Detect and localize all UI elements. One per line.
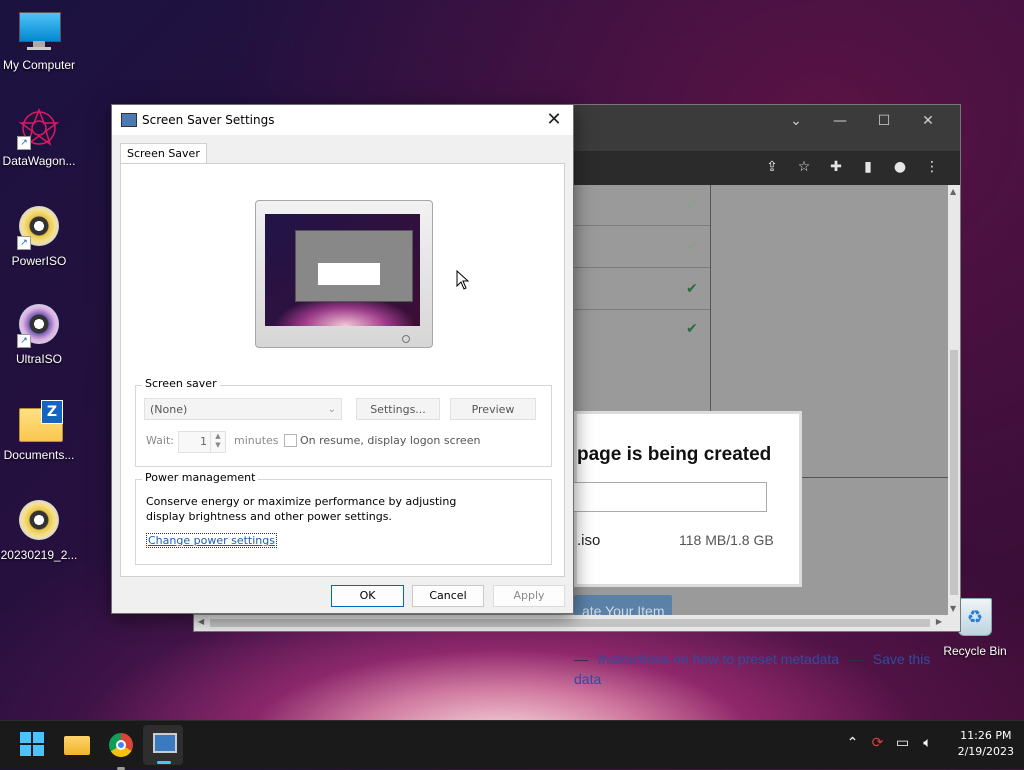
check-icon: ✔ — [686, 197, 698, 213]
chevron-up-icon[interactable]: ⌃ — [840, 735, 865, 751]
menu-icon[interactable]: ⋮ — [916, 159, 948, 175]
volume-icon[interactable]: 🔈︎ — [915, 735, 940, 751]
dialog-titlebar[interactable]: Screen Saver Settings ✕ — [112, 105, 573, 135]
clock-date: 2/19/2023 — [957, 745, 1014, 758]
metadata-link[interactable]: data — [574, 671, 601, 687]
modal-title: page is being created — [577, 444, 772, 465]
sync-icon[interactable]: ⟳ — [865, 735, 890, 751]
desktop-icon-my-computer[interactable]: My Computer — [0, 10, 78, 72]
wait-label: Wait: — [146, 434, 174, 447]
chrome-button[interactable] — [107, 731, 135, 770]
desktop-icon-label: 20230219_2... — [0, 548, 78, 562]
recycle-bin-icon: ♻ — [958, 598, 992, 636]
recycle-bin-label: Recycle Bin — [943, 644, 1007, 658]
screen-saver-icon — [121, 113, 137, 127]
check-icon: ✔ — [686, 281, 698, 297]
poweriso-icon: ↗ — [17, 206, 61, 250]
selected-saver: (None) — [150, 403, 188, 416]
file-name: .iso — [577, 532, 601, 549]
browser-window-controls: ⌄ — ☐ ✕ — [774, 113, 950, 129]
screen-saver-icon — [153, 733, 177, 753]
desktop-icon-ultraiso[interactable]: ↗ UltraISO — [0, 302, 78, 366]
minimize-icon[interactable]: — — [818, 113, 862, 129]
computer-icon — [17, 10, 61, 54]
dash-separator: — — [848, 651, 863, 667]
folder-icon — [64, 736, 90, 755]
desktop-icon-label: UltraISO — [15, 352, 62, 366]
preview-screen — [265, 214, 420, 326]
zip-folder-icon: Z — [17, 400, 63, 444]
file-explorer-button[interactable] — [63, 731, 91, 759]
close-icon[interactable]: ✕ — [906, 113, 950, 129]
apply-button[interactable]: Apply — [493, 585, 565, 607]
maximize-icon[interactable]: ☐ — [862, 113, 906, 129]
preview-button[interactable]: Preview — [450, 398, 536, 420]
progress-bar — [573, 482, 767, 512]
file-size: 118 MB/1.8 GB — [679, 532, 774, 548]
desktop-icon-label: PowerISO — [11, 254, 67, 268]
minutes-label: minutes — [234, 434, 279, 447]
star-icon[interactable]: ☆ — [788, 159, 820, 175]
power-management-group: Power management Conserve energy or maxi… — [135, 471, 552, 565]
chevron-down-icon[interactable]: ⌄ — [774, 113, 818, 129]
profile-icon[interactable]: ● — [884, 159, 916, 175]
dialog-title: Screen Saver Settings — [142, 113, 275, 127]
vertical-scrollbar[interactable]: ▲ ▼ — [948, 185, 960, 615]
desktop-icon-disc-image[interactable]: 20230219_2... — [0, 498, 78, 562]
dash-separator: — — [574, 651, 588, 667]
resume-label: On resume, display logon screen — [300, 434, 481, 447]
resume-checkbox[interactable] — [284, 434, 297, 447]
check-icon: ✔ — [686, 321, 698, 337]
wait-stepper[interactable]: 1 ▲ ▼ — [178, 431, 226, 453]
taskbar: ⌃ ⟳ ▭ 🔈︎ 11:26 PM 2/19/2023 — [0, 720, 1024, 770]
desktop-icon-documents[interactable]: Z Documents... — [0, 400, 78, 462]
clock-time: 11:26 PM — [960, 729, 1012, 742]
desktop-icon-label: DataWagon... — [2, 154, 76, 168]
desktop-icon-label: Documents... — [3, 448, 75, 462]
upload-progress-modal: page is being created .iso 118 MB/1.8 GB — [573, 411, 802, 587]
desktop-icon-datawagon[interactable]: ↗ DataWagon... — [0, 106, 78, 168]
instructions-link[interactable]: Instructions on how to preset metadata — [598, 651, 839, 667]
disc-image-icon — [17, 500, 61, 544]
browser-toolbar-icons: ⇪ ☆ ✚ ▮ ● ⋮ — [756, 159, 948, 175]
wait-value: 1 — [200, 435, 207, 448]
desktop-icon-label: My Computer — [2, 58, 76, 72]
mouse-cursor-icon — [456, 269, 470, 293]
ok-button[interactable]: OK — [331, 585, 404, 607]
save-link[interactable]: Save this — [873, 651, 931, 667]
screen-saver-taskbar-button[interactable] — [143, 725, 183, 765]
monitor-preview — [255, 200, 433, 348]
tab-panel: Screen saver (None) ⌄ Settings... Previe… — [120, 163, 565, 577]
screen-saver-group: Screen saver (None) ⌄ Settings... Previe… — [135, 377, 552, 467]
extensions-icon[interactable]: ✚ — [820, 159, 852, 175]
cancel-button[interactable]: Cancel — [412, 585, 484, 607]
chevron-down-icon: ⌄ — [327, 404, 336, 415]
desktop-icon-poweriso[interactable]: ↗ PowerISO — [0, 204, 78, 268]
system-tray: ⌃ ⟳ ▭ 🔈︎ — [840, 735, 940, 751]
shortcut-arrow-icon: ↗ — [17, 334, 31, 348]
shortcut-arrow-icon: ↗ — [17, 236, 31, 250]
share-icon[interactable]: ⇪ — [756, 159, 788, 175]
power-description: Conserve energy or maximize performance … — [146, 495, 457, 523]
horizontal-scrollbar[interactable]: ◀ ▶ — [194, 615, 960, 631]
shortcut-arrow-icon: ↗ — [17, 136, 31, 150]
close-icon[interactable]: ✕ — [543, 109, 565, 130]
clock[interactable]: 11:26 PM 2/19/2023 — [958, 729, 1014, 758]
group-label: Screen saver — [142, 377, 220, 390]
screen-saver-select[interactable]: (None) ⌄ — [144, 398, 342, 420]
datawagon-icon: ↗ — [17, 106, 61, 150]
side-panel-icon[interactable]: ▮ — [852, 159, 884, 175]
screen-saver-dialog[interactable]: Screen Saver Settings ✕ Screen Saver Scr… — [111, 104, 574, 614]
start-button[interactable] — [19, 731, 47, 759]
ultraiso-icon: ↗ — [17, 304, 61, 348]
windows-logo-icon — [20, 732, 44, 756]
group-label: Power management — [142, 471, 259, 484]
change-power-settings-link[interactable]: Change power settings — [146, 533, 277, 548]
network-icon[interactable]: ▭ — [890, 735, 915, 751]
tab-screen-saver[interactable]: Screen Saver — [120, 143, 207, 163]
settings-button[interactable]: Settings... — [356, 398, 440, 420]
check-icon: ✔ — [686, 239, 698, 255]
spinner-arrows-icon[interactable]: ▲ ▼ — [210, 432, 225, 452]
